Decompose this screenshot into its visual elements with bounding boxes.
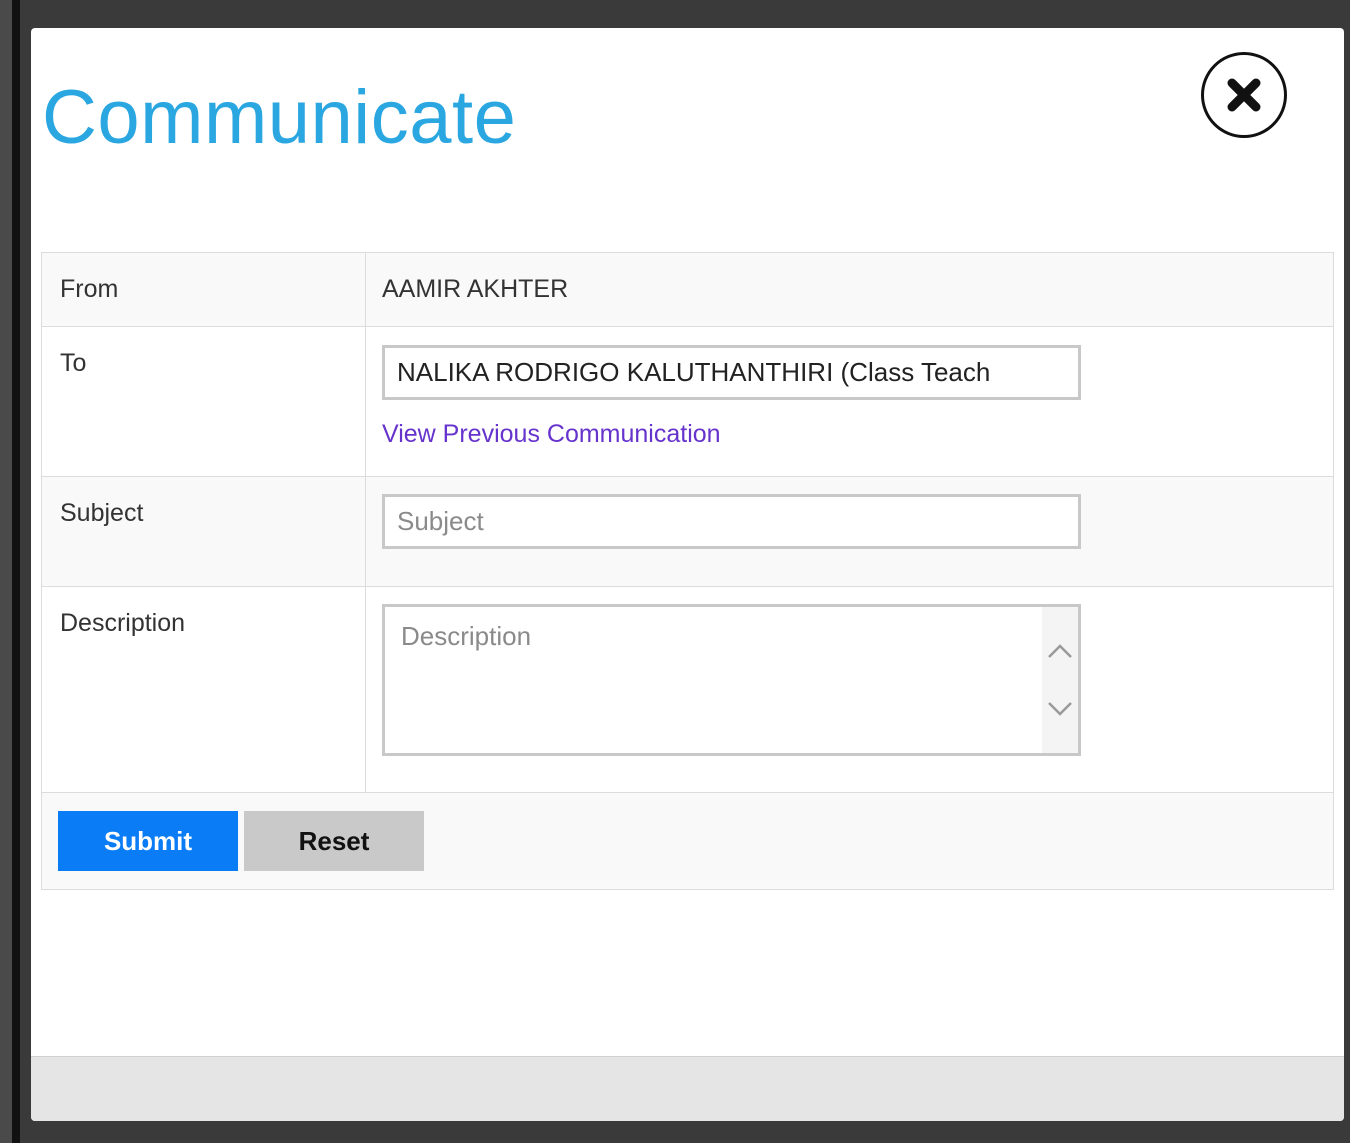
description-row: Description — [41, 586, 1334, 793]
from-label: From — [41, 252, 366, 327]
buttons-cell: Submit Reset — [41, 792, 1334, 890]
reset-button[interactable]: Reset — [244, 811, 424, 871]
chevron-up-icon — [1048, 644, 1072, 658]
communicate-modal: Communicate From AAMIR AKHTER To NALIKA … — [31, 28, 1344, 1121]
to-field[interactable]: NALIKA RODRIGO KALUTHANTHIRI (Class Teac… — [382, 345, 1081, 400]
from-value: AAMIR AKHTER — [365, 252, 1334, 327]
communicate-form: From AAMIR AKHTER To NALIKA RODRIGO KALU… — [41, 252, 1334, 890]
submit-button[interactable]: Submit — [58, 811, 238, 871]
modal-title: Communicate — [42, 75, 517, 160]
subject-input[interactable] — [382, 494, 1081, 549]
description-textarea[interactable] — [385, 607, 1041, 753]
subject-row: Subject — [41, 476, 1334, 587]
backdrop — [0, 0, 12, 1143]
close-button[interactable] — [1201, 52, 1287, 138]
chevron-down-icon — [1048, 702, 1072, 716]
modal-footer — [31, 1056, 1344, 1121]
from-row: From AAMIR AKHTER — [41, 252, 1334, 327]
buttons-row: Submit Reset — [41, 792, 1334, 890]
backdrop-edge — [12, 0, 20, 1143]
to-label: To — [60, 349, 87, 377]
view-previous-communication-link[interactable]: View Previous Communication — [382, 420, 721, 449]
subject-label: Subject — [60, 499, 144, 527]
close-icon — [1227, 78, 1261, 112]
description-box — [382, 604, 1081, 756]
to-row: To NALIKA RODRIGO KALUTHANTHIRI (Class T… — [41, 326, 1334, 477]
scroll-down-button[interactable] — [1042, 691, 1078, 727]
description-label: Description — [60, 609, 186, 637]
scroll-up-button[interactable] — [1042, 633, 1078, 669]
scrollbar[interactable] — [1042, 607, 1078, 753]
